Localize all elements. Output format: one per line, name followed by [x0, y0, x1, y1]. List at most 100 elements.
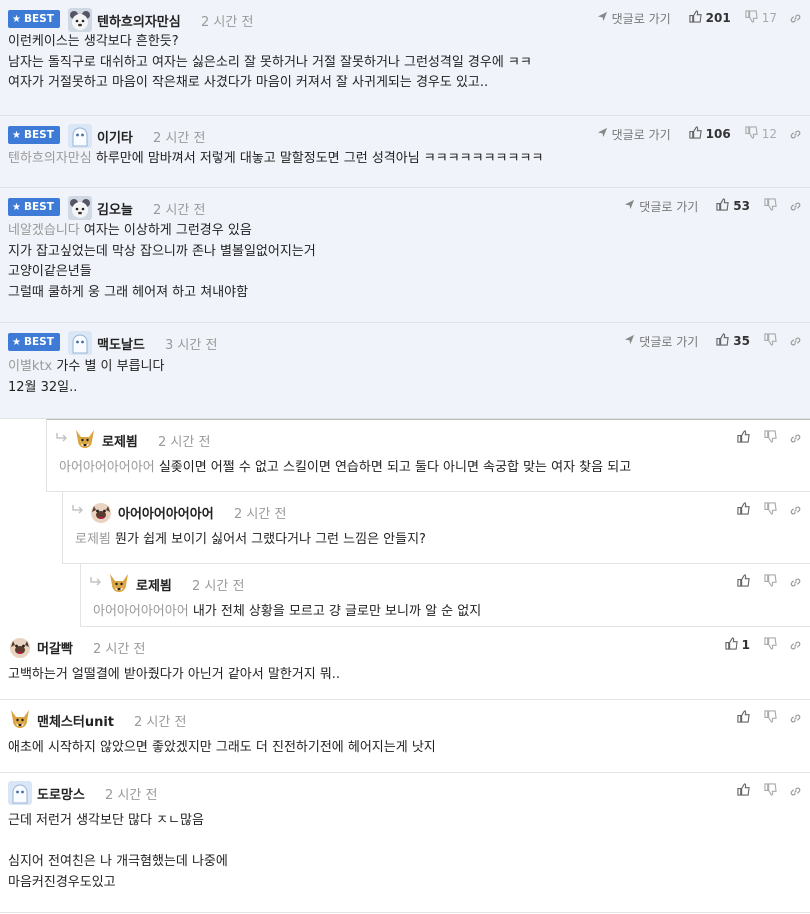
author-name[interactable]: 도로망스 — [37, 784, 85, 803]
thumbs-up-icon — [716, 198, 729, 214]
upvote-count: 201 — [705, 11, 731, 25]
thumbs-down-icon — [764, 333, 777, 349]
comment-text: 내가 전체 상황을 모르고 걍 글로만 보니까 알 순 없지 — [192, 604, 482, 619]
author-name[interactable]: 김오늘 — [97, 199, 133, 218]
goto-reply-button[interactable]: 댓글로 가기 — [597, 126, 671, 143]
downvote-button[interactable]: 17 — [745, 10, 777, 26]
share-link-icon[interactable] — [789, 712, 802, 725]
avatar[interactable] — [68, 196, 92, 220]
comment-body: 로제뵘 뭔가 쉽게 보이기 싫어서 그랬다거나 그런 느낌은 안들지? — [75, 530, 790, 551]
comment-item: ★ BEST 맥도날드 3 시간 전 댓글로 가기 35 이별ktx 가수 별 이 부릅니다… — [0, 323, 810, 419]
avatar[interactable] — [107, 572, 131, 596]
share-link-icon[interactable] — [789, 128, 802, 141]
thumbs-up-icon — [737, 710, 750, 726]
share-link-icon[interactable] — [789, 432, 802, 445]
share-link-icon[interactable] — [789, 504, 802, 517]
comment-text: 실좆이면 어쩔 수 없고 스킬이면 연습하면 되고 둘다 아니면 속궁합 맞는 … — [158, 460, 632, 475]
share-link-icon[interactable] — [789, 200, 802, 213]
mention-user[interactable]: 아어아어아어아어 — [93, 604, 189, 619]
best-label: BEST — [23, 336, 54, 348]
comment-time: 2 시간 전 — [93, 642, 146, 657]
upvote-button[interactable]: 201 — [689, 10, 731, 26]
comment-actions: 1 — [717, 635, 802, 655]
downvote-count: 17 — [761, 11, 777, 25]
author-name[interactable]: 이기타 — [97, 127, 133, 146]
avatar[interactable] — [8, 635, 32, 659]
upvote-button[interactable]: 1 — [725, 637, 750, 653]
thumbs-down-icon — [764, 710, 777, 726]
downvote-button[interactable]: 12 — [745, 126, 777, 142]
thumbs-down-icon — [764, 574, 777, 590]
avatar[interactable] — [8, 708, 32, 732]
comment-actions: 댓글로 가기 106 12 — [597, 124, 802, 144]
downvote-button[interactable] — [764, 198, 777, 214]
comment-time: 2 시간 전 — [153, 203, 206, 218]
upvote-button[interactable]: 53 — [716, 198, 750, 214]
goto-reply-label: 댓글로 가기 — [611, 127, 671, 142]
best-badge: ★ BEST — [8, 126, 60, 144]
share-link-icon[interactable] — [789, 576, 802, 589]
author-name[interactable]: 아어아어아어아어 — [118, 503, 214, 522]
upvote-button[interactable] — [737, 430, 750, 446]
downvote-button[interactable] — [764, 574, 777, 590]
share-link-icon[interactable] — [789, 12, 802, 25]
upvote-count: 35 — [733, 334, 750, 348]
mention-user[interactable]: 네알겠습니다 — [8, 223, 80, 238]
share-link-icon[interactable] — [789, 335, 802, 348]
comment-time: 2 시간 전 — [153, 131, 206, 146]
comment-list: ★ BEST 텐하흐의자만심 2 시간 전 댓글로 가기 201 17 이런케이스는 생각보다… — [0, 0, 810, 913]
comment-body: 애초에 시작하지 않았으면 좋았겠지만 그래도 더 진전하기전에 헤어지는게 낫… — [8, 738, 790, 759]
upvote-button[interactable]: 106 — [689, 126, 731, 142]
avatar[interactable] — [68, 331, 92, 355]
avatar[interactable] — [89, 500, 113, 524]
author-name[interactable]: 맥도날드 — [97, 334, 145, 353]
share-link-icon[interactable] — [789, 639, 802, 652]
comment-text: 고백하는거 얼떨결에 받아줬다가 아닌거 같아서 말한거지 뭐.. — [8, 667, 341, 682]
avatar[interactable] — [8, 781, 32, 805]
comment-body: 네알겠습니다 여자는 이상하게 그런경우 있음 지가 잡고싶었는데 막상 잡으니… — [8, 221, 790, 303]
goto-reply-button[interactable]: 댓글로 가기 — [624, 198, 698, 215]
upvote-button[interactable] — [737, 783, 750, 799]
comment-actions — [729, 781, 802, 801]
avatar[interactable] — [73, 428, 97, 452]
mention-user[interactable]: 아어아어아어아어 — [59, 460, 155, 475]
comment-body: 이별ktx 가수 별 이 부릅니다 12월 32일.. — [8, 357, 790, 398]
comment-item: ★ BEST 이기타 2 시간 전 댓글로 가기 106 12 텐하흐의자만심 하루만에 맘바… — [0, 116, 810, 188]
comment-actions: 댓글로 가기 201 17 — [597, 8, 802, 28]
avatar[interactable] — [68, 124, 92, 148]
author-name[interactable]: 로제뵘 — [136, 575, 172, 594]
thumbs-down-icon — [764, 502, 777, 518]
author-name[interactable]: 텐하흐의자만심 — [97, 11, 181, 30]
comment-actions — [729, 500, 802, 520]
mention-user[interactable]: 텐하흐의자만심 — [8, 151, 92, 166]
comment-header: ★ BEST 텐하흐의자만심 2 시간 전 댓글로 가기 201 17 — [0, 8, 810, 32]
downvote-button[interactable] — [764, 502, 777, 518]
goto-reply-button[interactable]: 댓글로 가기 — [597, 10, 671, 27]
comment-actions — [729, 572, 802, 592]
comment-actions: 댓글로 가기 53 — [624, 196, 802, 216]
downvote-button[interactable] — [764, 710, 777, 726]
downvote-button[interactable] — [764, 333, 777, 349]
mention-user[interactable]: 이별ktx — [8, 359, 52, 374]
mention-user[interactable]: 로제뵘 — [75, 532, 111, 547]
comment-body: 아어아어아어아어 실좆이면 어쩔 수 없고 스킬이면 연습하면 되고 둘다 아니… — [59, 458, 790, 479]
share-link-icon[interactable] — [789, 785, 802, 798]
thumbs-up-icon — [737, 574, 750, 590]
comment-item: ★ BEST 텐하흐의자만심 2 시간 전 댓글로 가기 201 17 이런케이스는 생각보다… — [0, 0, 810, 116]
downvote-button[interactable] — [764, 783, 777, 799]
upvote-count: 106 — [705, 127, 731, 141]
comment-time: 2 시간 전 — [105, 788, 158, 803]
upvote-button[interactable] — [737, 574, 750, 590]
upvote-button[interactable]: 35 — [716, 333, 750, 349]
avatar[interactable] — [68, 8, 92, 32]
comment-body: 고백하는거 얼떨결에 받아줬다가 아닌거 같아서 말한거지 뭐.. — [8, 665, 790, 686]
downvote-button[interactable] — [764, 430, 777, 446]
upvote-button[interactable] — [737, 710, 750, 726]
goto-reply-button[interactable]: 댓글로 가기 — [624, 333, 698, 350]
downvote-button[interactable] — [764, 637, 777, 653]
upvote-button[interactable] — [737, 502, 750, 518]
author-name[interactable]: 맨체스터unit — [37, 711, 114, 730]
author-name[interactable]: 로제뵘 — [102, 431, 138, 450]
author-name[interactable]: 머갈빡 — [37, 638, 73, 657]
comment-body: 근데 저런거 생각보단 많다 ㅈㄴ많음 심지어 전여친은 나 개극혐했는데 나중… — [8, 811, 790, 893]
